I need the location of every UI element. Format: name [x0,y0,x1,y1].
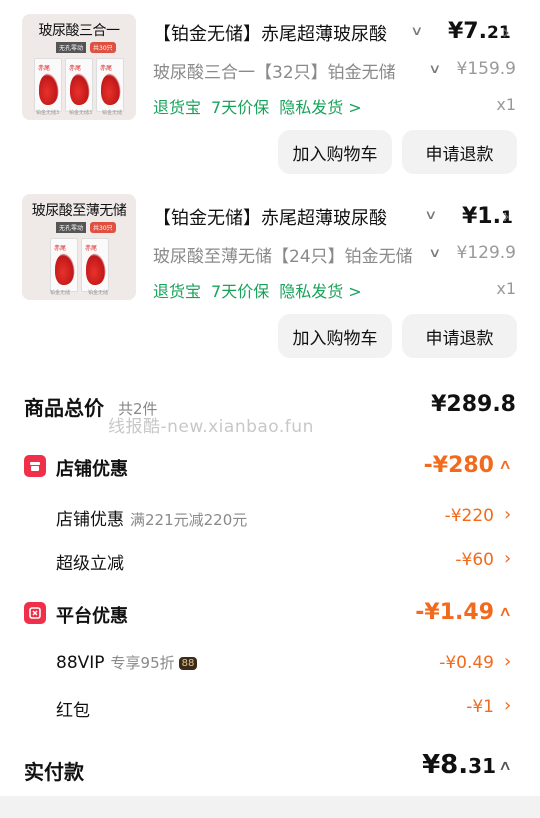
service-tags: 退货宝 7天价保 隐私发货 > [153,278,372,302]
add-to-cart-button[interactable]: 加入购物车 [278,314,392,358]
platform-discount-value: -¥1.49 [415,600,494,625]
shop-discount-value: -¥280 [423,453,494,478]
thumb-title: 玻尿酸三合一 [38,23,121,39]
platform-discount-title: 平台优惠 [56,606,128,627]
total-label: 商品总价 [24,396,104,420]
service-tags: 退货宝 7天价保 隐私发货 > [153,94,372,118]
platform-icon [24,602,46,624]
chevron-right-icon[interactable]: › [504,651,511,672]
service-return-insurance: 退货宝 [153,282,202,301]
discount-value: -¥60 [455,550,494,570]
discount-note: 专享95折 [110,654,175,672]
request-refund-button[interactable]: 申请退款 [402,130,517,174]
shop-discount-title: 店铺优惠 [56,459,128,480]
chevron-right-icon[interactable]: › [502,20,510,44]
discount-value: -¥220 [444,506,494,526]
chevron-down-icon[interactable]: ∨ [428,62,441,77]
service-private-ship[interactable]: 隐私发货 > [279,98,362,117]
thumb-foot-text: 铂金无储 [101,110,122,116]
service-price-protect: 7天价保 [211,98,270,117]
discount-value: -¥0.49 [439,653,494,673]
chevron-right-icon[interactable]: › [504,548,511,569]
discount-label: 红包 [56,701,90,721]
chevron-up-icon[interactable]: ∧ [498,604,512,620]
package-box: 赤尾 [65,58,93,112]
original-price: ¥129.9 [456,243,516,263]
product-thumbnail[interactable]: 玻尿酸至薄无储 无孔零动 共30只 赤尾 赤尾 铂金无储 铂金无储 [22,194,136,300]
package-box: 赤尾 [96,58,124,112]
thumb-foot-text: 铂金无储 [50,290,71,296]
discount-note: 满221元减220元 [130,511,248,529]
chevron-up-icon[interactable]: ∧ [498,457,512,473]
thumb-tag: 无孔零动 [56,222,87,233]
thumb-title: 玻尿酸至薄无储 [31,203,127,219]
thumb-foot-text: 铂金无储3 [68,110,93,116]
quantity: x1 [496,95,516,114]
chevron-down-icon[interactable]: ∨ [424,208,437,223]
discount-label: 88VIP [56,653,105,673]
discount-label: 超级立减 [56,554,124,574]
vip-badge: 88 [178,657,198,670]
discount-value: -¥1 [466,697,494,717]
product-variant[interactable]: 玻尿酸三合一【32只】铂金无储 [153,58,418,83]
request-refund-button[interactable]: 申请退款 [402,314,517,358]
service-return-insurance: 退货宝 [153,98,202,117]
product-variant[interactable]: 玻尿酸至薄无储【24只】铂金无储 [153,242,418,267]
chevron-right-icon[interactable]: › [504,695,511,716]
product-thumbnail[interactable]: 玻尿酸三合一 无孔零动 共30只 赤尾 赤尾 赤尾 铂金无储3 铂金无储3 铂金… [22,14,136,120]
original-price: ¥159.9 [456,59,516,79]
thumb-tag: 无孔零动 [56,42,87,53]
chevron-down-icon[interactable]: ∨ [410,24,423,39]
product-name[interactable]: 【铂金无储】赤尾超薄玻尿酸 [153,20,408,46]
service-price-protect: 7天价保 [211,282,270,301]
package-box: 赤尾 [81,238,109,292]
payment-value: ¥8.31 [422,750,496,780]
thumb-foot-text: 铂金无储3 [36,110,60,116]
chevron-right-icon[interactable]: › [502,204,510,228]
watermark: 线报酷-new.xianbao.fun [108,417,314,437]
package-box: 赤尾 [34,58,62,112]
total-value: ¥289.8 [431,392,516,417]
chevron-right-icon[interactable]: › [504,504,511,525]
shop-icon [24,455,46,477]
chevron-up-icon[interactable]: ∧ [498,758,512,774]
payment-label: 实付款 [24,760,84,784]
product-name[interactable]: 【铂金无储】赤尾超薄玻尿酸 [153,204,408,230]
thumb-tag: 共30只 [90,222,116,233]
thumb-tag: 共30只 [90,42,116,53]
quantity: x1 [496,279,516,298]
thumb-foot-text: 铂金无储 [87,290,108,296]
service-private-ship[interactable]: 隐私发货 > [279,282,362,301]
package-box: 赤尾 [50,238,78,292]
bottom-divider [0,796,540,818]
add-to-cart-button[interactable]: 加入购物车 [278,130,392,174]
discount-label: 店铺优惠 [56,510,124,530]
chevron-down-icon[interactable]: ∨ [428,246,441,261]
